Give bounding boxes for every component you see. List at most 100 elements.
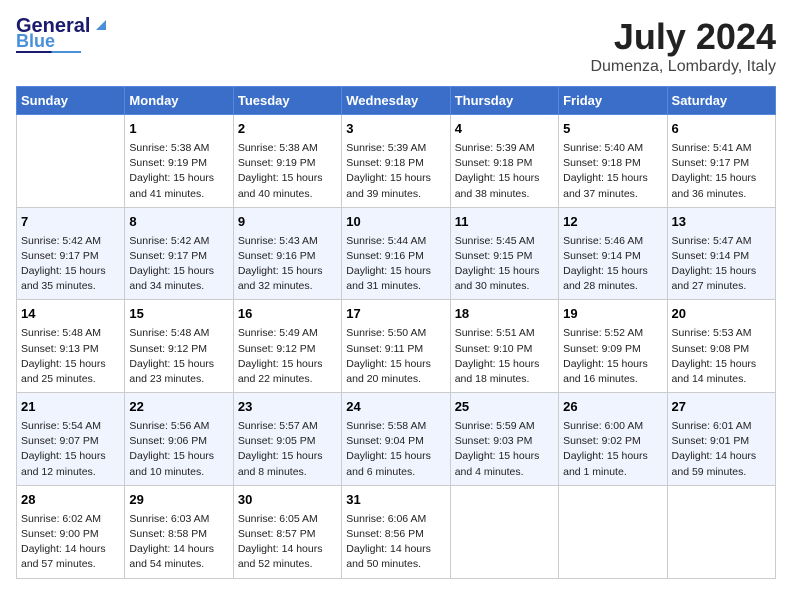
- date-number: 13: [672, 213, 771, 232]
- column-header-sunday: Sunday: [17, 87, 125, 115]
- week-row-4: 21 Sunrise: 5:54 AM Sunset: 9:07 PM Dayli…: [17, 393, 776, 486]
- calendar-cell: 10 Sunrise: 5:44 AM Sunset: 9:16 PM Dayli…: [342, 207, 450, 300]
- cell-info: Sunrise: 5:58 AM Sunset: 9:04 PM Dayligh…: [346, 419, 445, 480]
- column-header-friday: Friday: [559, 87, 667, 115]
- column-header-thursday: Thursday: [450, 87, 558, 115]
- month-title: July 2024: [590, 16, 776, 58]
- date-number: 7: [21, 213, 120, 232]
- cell-info: Sunrise: 5:53 AM Sunset: 9:08 PM Dayligh…: [672, 326, 771, 387]
- calendar-cell: [667, 485, 775, 578]
- calendar-cell: 18Sunrise: 5:51 AM Sunset: 9:10 PM Dayli…: [450, 300, 558, 393]
- cell-info: Sunrise: 6:00 AM Sunset: 9:02 PM Dayligh…: [563, 419, 662, 480]
- calendar-cell: 12Sunrise: 5:46 AM Sunset: 9:14 PM Dayli…: [559, 207, 667, 300]
- week-row-3: 14 Sunrise: 5:48 AM Sunset: 9:13 PM Dayli…: [17, 300, 776, 393]
- date-number: 18: [455, 305, 554, 324]
- date-number: 20: [672, 305, 771, 324]
- date-number: 1: [129, 120, 228, 139]
- week-row-1: 1 Sunrise: 5:38 AM Sunset: 9:19 PM Daylig…: [17, 115, 776, 208]
- date-number: 16: [238, 305, 337, 324]
- date-number: 9: [238, 213, 337, 232]
- calendar-cell: 1 Sunrise: 5:38 AM Sunset: 9:19 PM Daylig…: [125, 115, 233, 208]
- calendar-cell: 22 Sunrise: 5:56 AM Sunset: 9:06 PM Dayli…: [125, 393, 233, 486]
- title-area: July 2024 Dumenza, Lombardy, Italy: [590, 16, 776, 76]
- calendar-header: SundayMondayTuesdayWednesdayThursdayFrid…: [17, 87, 776, 115]
- date-number: 22: [129, 398, 228, 417]
- date-number: 19: [563, 305, 662, 324]
- cell-info: Sunrise: 5:39 AM Sunset: 9:18 PM Dayligh…: [346, 141, 445, 202]
- date-number: 31: [346, 491, 445, 510]
- calendar-cell: 31 Sunrise: 6:06 AM Sunset: 8:56 PM Dayli…: [342, 485, 450, 578]
- date-number: 23: [238, 398, 337, 417]
- calendar-cell: 7 Sunrise: 5:42 AM Sunset: 9:17 PM Daylig…: [17, 207, 125, 300]
- cell-info: Sunrise: 5:49 AM Sunset: 9:12 PM Dayligh…: [238, 326, 337, 387]
- cell-info: Sunrise: 5:38 AM Sunset: 9:19 PM Dayligh…: [238, 141, 337, 202]
- cell-info: Sunrise: 5:42 AM Sunset: 9:17 PM Dayligh…: [21, 234, 120, 295]
- date-number: 24: [346, 398, 445, 417]
- date-number: 27: [672, 398, 771, 417]
- calendar-cell: 11 Sunrise: 5:45 AM Sunset: 9:15 PM Dayli…: [450, 207, 558, 300]
- calendar-cell: 29 Sunrise: 6:03 AM Sunset: 8:58 PM Dayli…: [125, 485, 233, 578]
- week-row-5: 28Sunrise: 6:02 AM Sunset: 9:00 PM Dayli…: [17, 485, 776, 578]
- date-number: 10: [346, 213, 445, 232]
- calendar-cell: 6 Sunrise: 5:41 AM Sunset: 9:17 PM Daylig…: [667, 115, 775, 208]
- logo-icon: [92, 16, 110, 34]
- cell-info: Sunrise: 5:46 AM Sunset: 9:14 PM Dayligh…: [563, 234, 662, 295]
- calendar-cell: 27 Sunrise: 6:01 AM Sunset: 9:01 PM Dayli…: [667, 393, 775, 486]
- cell-info: Sunrise: 5:45 AM Sunset: 9:15 PM Dayligh…: [455, 234, 554, 295]
- column-header-saturday: Saturday: [667, 87, 775, 115]
- cell-info: Sunrise: 5:56 AM Sunset: 9:06 PM Dayligh…: [129, 419, 228, 480]
- calendar-cell: 17Sunrise: 5:50 AM Sunset: 9:11 PM Dayli…: [342, 300, 450, 393]
- calendar-cell: 21 Sunrise: 5:54 AM Sunset: 9:07 PM Dayli…: [17, 393, 125, 486]
- date-number: 25: [455, 398, 554, 417]
- date-number: 29: [129, 491, 228, 510]
- cell-info: Sunrise: 6:06 AM Sunset: 8:56 PM Dayligh…: [346, 512, 445, 573]
- calendar-cell: [559, 485, 667, 578]
- cell-info: Sunrise: 6:01 AM Sunset: 9:01 PM Dayligh…: [672, 419, 771, 480]
- calendar-cell: 23Sunrise: 5:57 AM Sunset: 9:05 PM Dayli…: [233, 393, 341, 486]
- cell-info: Sunrise: 5:48 AM Sunset: 9:12 PM Dayligh…: [129, 326, 228, 387]
- date-number: 8: [129, 213, 228, 232]
- cell-info: Sunrise: 5:50 AM Sunset: 9:11 PM Dayligh…: [346, 326, 445, 387]
- column-header-wednesday: Wednesday: [342, 87, 450, 115]
- cell-info: Sunrise: 6:03 AM Sunset: 8:58 PM Dayligh…: [129, 512, 228, 573]
- calendar-cell: 25 Sunrise: 5:59 AM Sunset: 9:03 PM Dayli…: [450, 393, 558, 486]
- date-number: 11: [455, 213, 554, 232]
- date-number: 30: [238, 491, 337, 510]
- date-number: 21: [21, 398, 120, 417]
- calendar-cell: 26Sunrise: 6:00 AM Sunset: 9:02 PM Dayli…: [559, 393, 667, 486]
- date-number: 6: [672, 120, 771, 139]
- cell-info: Sunrise: 5:44 AM Sunset: 9:16 PM Dayligh…: [346, 234, 445, 295]
- calendar-cell: 3 Sunrise: 5:39 AM Sunset: 9:18 PM Daylig…: [342, 115, 450, 208]
- cell-info: Sunrise: 5:38 AM Sunset: 9:19 PM Dayligh…: [129, 141, 228, 202]
- calendar-cell: 19Sunrise: 5:52 AM Sunset: 9:09 PM Dayli…: [559, 300, 667, 393]
- calendar-cell: [450, 485, 558, 578]
- date-number: 3: [346, 120, 445, 139]
- cell-info: Sunrise: 6:05 AM Sunset: 8:57 PM Dayligh…: [238, 512, 337, 573]
- calendar-cell: 13 Sunrise: 5:47 AM Sunset: 9:14 PM Dayli…: [667, 207, 775, 300]
- date-number: 4: [455, 120, 554, 139]
- page-header: General Blue July 2024 Dumenza, Lombardy…: [16, 16, 776, 76]
- date-number: 2: [238, 120, 337, 139]
- date-number: 15: [129, 305, 228, 324]
- column-header-monday: Monday: [125, 87, 233, 115]
- cell-info: Sunrise: 5:42 AM Sunset: 9:17 PM Dayligh…: [129, 234, 228, 295]
- cell-info: Sunrise: 5:54 AM Sunset: 9:07 PM Dayligh…: [21, 419, 120, 480]
- logo-text-blue: Blue: [16, 32, 55, 50]
- cell-info: Sunrise: 5:59 AM Sunset: 9:03 PM Dayligh…: [455, 419, 554, 480]
- cell-info: Sunrise: 5:47 AM Sunset: 9:14 PM Dayligh…: [672, 234, 771, 295]
- date-number: 5: [563, 120, 662, 139]
- cell-info: Sunrise: 5:48 AM Sunset: 9:13 PM Dayligh…: [21, 326, 120, 387]
- location-title: Dumenza, Lombardy, Italy: [590, 58, 776, 76]
- calendar-cell: 2 Sunrise: 5:38 AM Sunset: 9:19 PM Daylig…: [233, 115, 341, 208]
- header-row: SundayMondayTuesdayWednesdayThursdayFrid…: [17, 87, 776, 115]
- calendar-cell: 15 Sunrise: 5:48 AM Sunset: 9:12 PM Dayli…: [125, 300, 233, 393]
- cell-info: Sunrise: 5:41 AM Sunset: 9:17 PM Dayligh…: [672, 141, 771, 202]
- calendar-cell: 24 Sunrise: 5:58 AM Sunset: 9:04 PM Dayli…: [342, 393, 450, 486]
- calendar-body: 1 Sunrise: 5:38 AM Sunset: 9:19 PM Daylig…: [17, 115, 776, 579]
- date-number: 14: [21, 305, 120, 324]
- calendar-cell: 5 Sunrise: 5:40 AM Sunset: 9:18 PM Daylig…: [559, 115, 667, 208]
- column-header-tuesday: Tuesday: [233, 87, 341, 115]
- cell-info: Sunrise: 6:02 AM Sunset: 9:00 PM Dayligh…: [21, 512, 120, 573]
- calendar-cell: 30 Sunrise: 6:05 AM Sunset: 8:57 PM Dayli…: [233, 485, 341, 578]
- cell-info: Sunrise: 5:40 AM Sunset: 9:18 PM Dayligh…: [563, 141, 662, 202]
